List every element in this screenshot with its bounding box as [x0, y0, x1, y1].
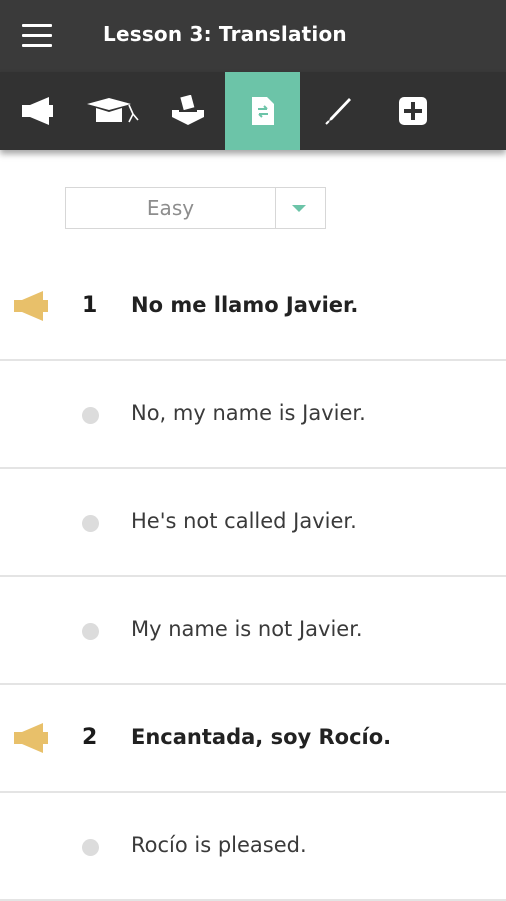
- radio-dot[interactable]: [82, 407, 99, 424]
- plus-icon: [398, 97, 427, 125]
- hamburger-menu-icon[interactable]: [22, 24, 52, 48]
- difficulty-value: Easy: [146, 196, 195, 220]
- tab-translation[interactable]: [225, 72, 300, 150]
- tab-add[interactable]: [375, 72, 450, 150]
- radio-dot[interactable]: [82, 839, 99, 856]
- answer-text: He's not called Javier.: [131, 509, 357, 533]
- difficulty-select[interactable]: Easy: [65, 187, 326, 229]
- speaker-icon[interactable]: [13, 290, 51, 322]
- top-app-bar: Lesson 3: Translation: [0, 0, 506, 72]
- question-row: 2 Encantada, soy Rocío.: [0, 685, 506, 793]
- select-divider: [275, 188, 276, 228]
- page-title: Lesson 3: Translation: [103, 22, 347, 46]
- answer-text: My name is not Javier.: [131, 617, 363, 641]
- pencil-icon: [324, 98, 351, 125]
- tab-learn[interactable]: [75, 72, 150, 150]
- tab-write[interactable]: [300, 72, 375, 150]
- answer-option[interactable]: Rocío is pleased.: [0, 793, 506, 901]
- answer-option[interactable]: No, my name is Javier.: [0, 361, 506, 469]
- question-number: 2: [82, 725, 98, 750]
- question-row: 1 No me llamo Javier.: [0, 253, 506, 361]
- translate-document-icon: [251, 97, 274, 125]
- answer-text: No, my name is Javier.: [131, 401, 366, 425]
- speaker-icon[interactable]: [13, 722, 51, 754]
- tab-listen[interactable]: [0, 72, 75, 150]
- question-number: 1: [82, 293, 98, 318]
- translation-list: 1 No me llamo Javier. No, my name is Jav…: [0, 253, 506, 901]
- question-text: Encantada, soy Rocío.: [131, 725, 392, 749]
- answer-option[interactable]: My name is not Javier.: [0, 577, 506, 685]
- graduation-cap-icon: [86, 98, 139, 123]
- ballot-box-icon: [171, 95, 204, 125]
- radio-dot[interactable]: [82, 515, 99, 532]
- answer-text: Rocío is pleased.: [131, 833, 307, 857]
- answer-option[interactable]: He's not called Javier.: [0, 469, 506, 577]
- megaphone-icon: [21, 97, 53, 125]
- lesson-toolbar: [0, 72, 506, 150]
- radio-dot[interactable]: [82, 623, 99, 640]
- question-text: No me llamo Javier.: [131, 293, 359, 317]
- chevron-down-icon: [292, 205, 306, 212]
- tab-vote[interactable]: [150, 72, 225, 150]
